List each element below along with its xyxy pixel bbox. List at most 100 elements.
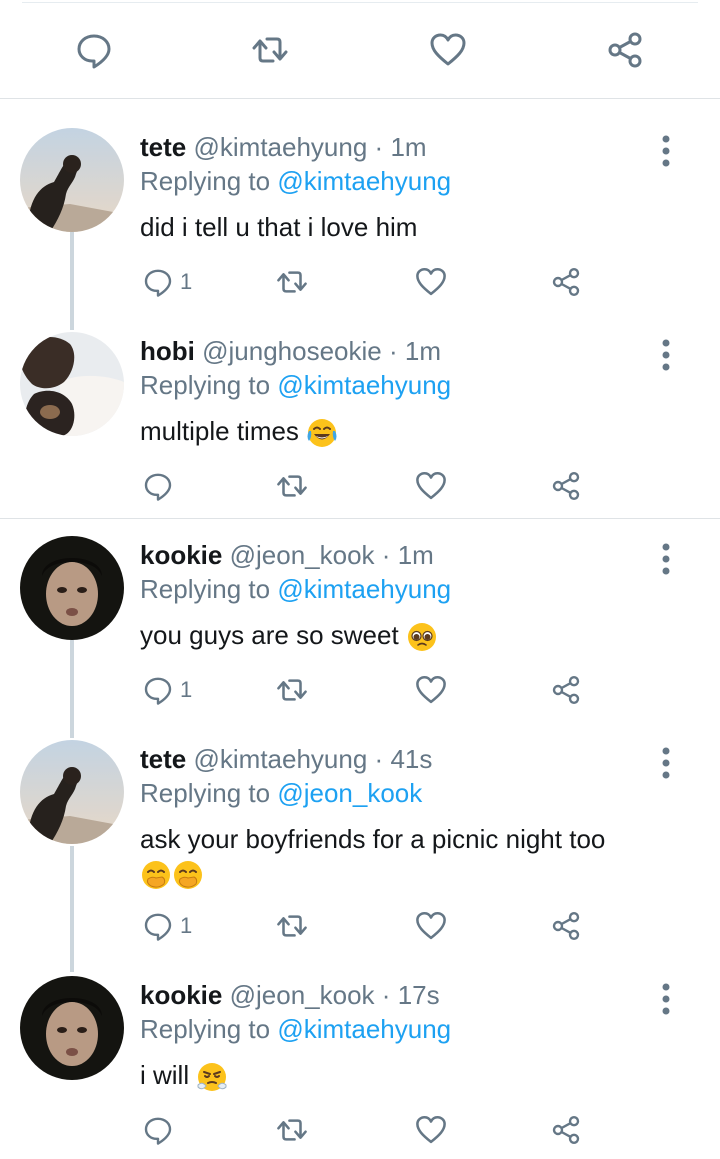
like-button[interactable] [414,670,448,710]
reply-button[interactable] [142,1110,180,1150]
share-button[interactable] [550,466,582,506]
divider [0,98,720,99]
separator-dot: · [381,540,391,570]
replying-prefix: Replying to [140,1014,271,1044]
display-name[interactable]: tete [140,744,186,774]
face-with-steam-from-nose-icon [197,1063,227,1092]
replying-to-link[interactable]: @kimtaehyung [277,1014,451,1044]
tweet-actions [0,466,720,506]
replying-to-link[interactable]: @jeon_kook [277,778,422,808]
retweet-button[interactable] [250,30,290,70]
retweet-button[interactable] [274,906,310,946]
reply-count: 1 [180,269,193,294]
share-icon [550,1113,582,1147]
reply-icon [142,673,174,707]
replying-to: Replying to @kimtaehyung [140,1014,451,1044]
more-options-button[interactable] [652,542,680,576]
reply-button[interactable]: 1 [142,670,192,710]
replying-to-link[interactable]: @kimtaehyung [277,166,451,196]
tweet-text: you guys are so sweet [140,618,680,653]
face-with-tears-of-joy-icon [307,419,337,448]
replying-to-link[interactable]: @kimtaehyung [277,574,451,604]
handle[interactable]: @junghoseokie [202,336,382,366]
reply-button[interactable] [142,466,180,506]
share-icon [605,29,645,71]
pleading-face-icon [407,623,436,652]
replying-to: Replying to @kimtaehyung [140,370,451,400]
tweet-text-content: you guys are so sweet [140,620,399,650]
handle[interactable]: @jeon_kook [230,980,375,1010]
parent-tweet-actions [0,0,720,98]
timestamp[interactable]: 1m [405,336,441,366]
more-options-button[interactable] [652,338,680,372]
reply-button[interactable] [74,30,114,70]
display-name[interactable]: hobi [140,336,195,366]
tweet-text: i will [140,1058,680,1093]
reply-button[interactable]: 1 [142,262,192,302]
retweet-button[interactable] [274,670,310,710]
like-button[interactable] [414,466,448,506]
tweet-text-content: ask your boyfriends for a picnic night t… [140,824,606,854]
retweet-icon [274,673,310,707]
replying-to: Replying to @kimtaehyung [140,574,451,604]
avatar[interactable] [20,128,124,232]
more-vertical-icon [661,134,671,168]
timestamp[interactable]: 17s [398,980,440,1010]
tweet-actions: 1 [0,670,720,710]
retweet-button[interactable] [274,466,310,506]
like-button[interactable] [414,1110,448,1150]
more-vertical-icon [661,338,671,372]
share-button[interactable] [550,1110,582,1150]
retweet-button[interactable] [274,262,310,302]
display-name[interactable]: tete [140,132,186,162]
share-button[interactable] [550,262,582,302]
retweet-icon [250,30,290,70]
more-vertical-icon [661,982,671,1016]
handle[interactable]: @kimtaehyung [193,744,367,774]
timestamp[interactable]: 1m [398,540,434,570]
avatar[interactable] [20,536,124,640]
tweet-text: multiple times [140,414,680,449]
replying-to: Replying to @kimtaehyung [140,166,451,196]
more-vertical-icon [661,746,671,780]
tweet-text-content: i will [140,1060,190,1090]
face-with-hand-over-mouth-icon [174,861,202,890]
heart-icon [414,1113,448,1147]
timestamp[interactable]: 1m [390,132,426,162]
like-button[interactable] [414,262,448,302]
tweet-header: kookie @jeon_kook · 17s [140,980,440,1010]
more-options-button[interactable] [652,982,680,1016]
reply-count: 1 [180,913,193,938]
reply-button[interactable]: 1 [142,906,192,946]
share-button[interactable] [550,906,582,946]
retweet-icon [274,469,310,503]
retweet-button[interactable] [274,1110,310,1150]
more-options-button[interactable] [652,746,680,780]
handle[interactable]: @kimtaehyung [193,132,367,162]
face-with-hand-over-mouth-icon [142,861,170,890]
share-icon [550,909,582,943]
tweet-text-content: did i tell u that i love him [140,212,418,242]
tweet-actions: 1 [0,906,720,946]
like-button[interactable] [428,30,468,70]
tweet-text: ask your boyfriends for a picnic night t… [140,822,680,891]
timestamp[interactable]: 41s [390,744,432,774]
avatar[interactable] [20,332,124,436]
like-button[interactable] [414,906,448,946]
handle[interactable]: @jeon_kook [230,540,375,570]
replying-to-link[interactable]: @kimtaehyung [277,370,451,400]
share-button[interactable] [550,670,582,710]
reply-icon [142,909,174,943]
more-options-button[interactable] [652,134,680,168]
heart-icon [428,29,468,71]
replying-prefix: Replying to [140,574,271,604]
avatar[interactable] [20,740,124,844]
display-name[interactable]: kookie [140,540,222,570]
share-button[interactable] [605,30,645,70]
retweet-icon [274,909,310,943]
display-name[interactable]: kookie [140,980,222,1010]
separator-dot: · [381,980,391,1010]
avatar[interactable] [20,976,124,1080]
replying-prefix: Replying to [140,370,271,400]
reply-icon [142,469,174,503]
